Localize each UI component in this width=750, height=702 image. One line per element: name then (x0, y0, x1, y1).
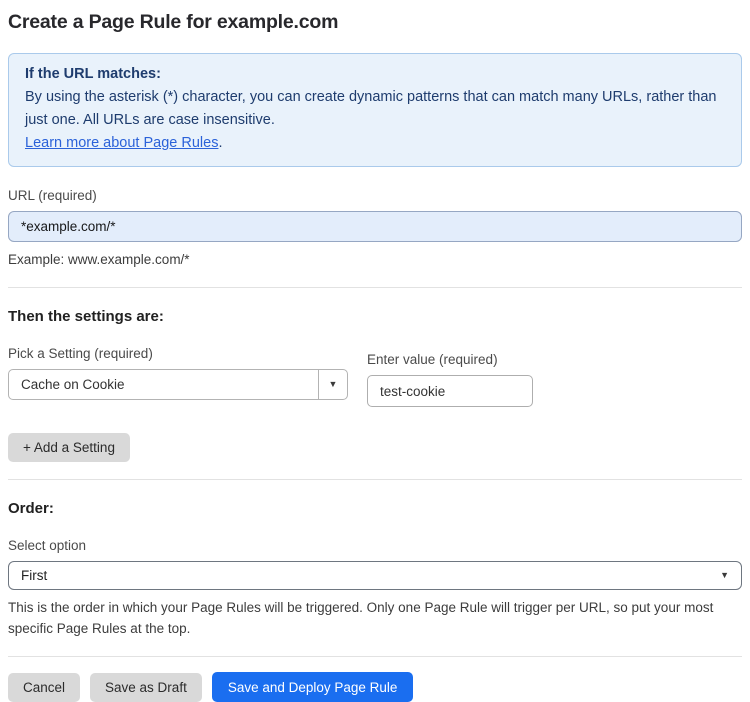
setting-value-input[interactable] (367, 375, 533, 407)
order-section-heading: Order: (8, 500, 54, 517)
order-helper-text: This is the order in which your Page Rul… (8, 600, 714, 636)
setting-select-arrow-button[interactable]: ▼ (318, 370, 347, 399)
page-title: Create a Page Rule for example.com (8, 11, 339, 33)
url-label: URL (required) (8, 188, 97, 203)
select-option-label: Select option (8, 538, 87, 553)
url-input[interactable] (8, 211, 742, 242)
url-match-info-box: If the URL matches: By using the asteris… (8, 53, 742, 167)
info-box-heading: If the URL matches: (25, 66, 161, 82)
settings-section-heading: Then the settings are: (8, 308, 164, 325)
create-page-rule-form: Create a Page Rule for example.com If th… (0, 0, 750, 702)
section-divider (8, 287, 742, 288)
enter-value-label: Enter value (required) (367, 352, 498, 367)
save-as-draft-button[interactable]: Save as Draft (90, 672, 202, 702)
setting-select-value: Cache on Cookie (21, 377, 125, 392)
section-divider (8, 479, 742, 480)
chevron-down-icon: ▼ (720, 570, 729, 580)
info-box-body: By using the asterisk (*) character, you… (25, 89, 717, 128)
cancel-button[interactable]: Cancel (8, 672, 81, 702)
setting-select[interactable]: Cache on Cookie ▼ (8, 369, 348, 400)
learn-more-link[interactable]: Learn more about Page Rules (25, 135, 218, 151)
settings-row: Pick a Setting (required) Cache on Cooki… (8, 325, 742, 407)
url-example-helper: Example: www.example.com/* (8, 252, 190, 267)
enter-value-column: Enter value (required) (367, 325, 533, 407)
info-link-line: Learn more about Page Rules. (25, 132, 725, 155)
pick-setting-label: Pick a Setting (required) (8, 346, 153, 361)
actions-row: Cancel Save as Draft Save and Deploy Pag… (8, 672, 742, 702)
add-setting-button[interactable]: + Add a Setting (8, 433, 130, 462)
order-select[interactable]: First ▼ (8, 561, 742, 590)
pick-setting-column: Pick a Setting (required) Cache on Cooki… (8, 325, 348, 407)
chevron-down-icon: ▼ (328, 379, 338, 389)
link-period: . (218, 135, 223, 151)
section-divider (8, 656, 742, 657)
save-and-deploy-button[interactable]: Save and Deploy Page Rule (211, 672, 414, 702)
order-select-value: First (21, 568, 48, 583)
